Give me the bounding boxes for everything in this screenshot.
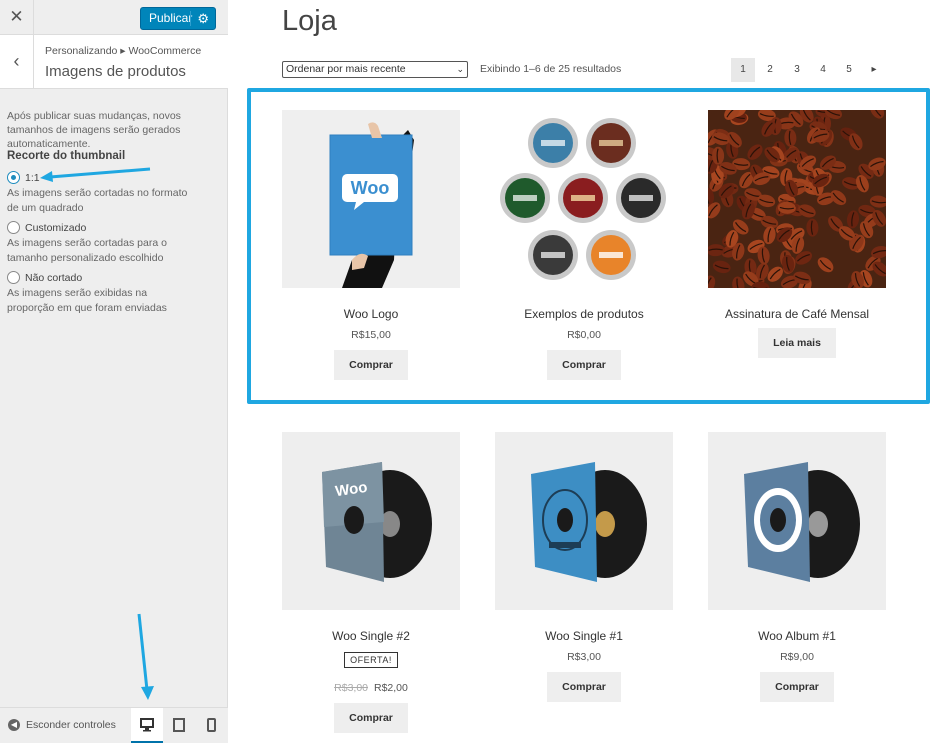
product-image[interactable]	[495, 432, 673, 610]
hide-controls-button[interactable]: ◀ Esconder controles	[8, 718, 116, 732]
sale-price: R$2,00	[374, 682, 408, 694]
radio-unchecked[interactable]	[7, 221, 20, 234]
product-name[interactable]: Assinatura de Café Mensal	[708, 307, 886, 322]
page-link[interactable]: 3	[785, 58, 809, 82]
result-count: Exibindo 1–6 de 25 resultados	[480, 63, 622, 75]
crop-option-label: Customizado	[25, 222, 87, 234]
radio-checked[interactable]	[7, 171, 20, 184]
product-card: Woo Woo Logo R$15,00 Comprar	[282, 110, 460, 380]
close-icon[interactable]: ✕	[0, 0, 34, 35]
hide-controls-icon: ◀	[8, 719, 20, 732]
next-page-icon[interactable]: ▸	[862, 58, 886, 82]
customizer-sidebar: ✕ Publicar ⚙ ‹ Personalizando ▸ WooComme…	[0, 0, 228, 743]
crop-option-description: As imagens serão exibidas na proporção e…	[7, 287, 167, 314]
gear-icon[interactable]: ⚙	[197, 8, 209, 29]
publish-button[interactable]: Publicar ⚙	[140, 7, 216, 30]
read-more-button[interactable]: Leia mais	[758, 328, 836, 358]
mobile-icon	[206, 718, 216, 732]
publish-label: Publicar	[149, 11, 193, 25]
product-name[interactable]: Exemplos de produtos	[495, 307, 673, 322]
section-title: Imagens de produtos	[45, 63, 186, 80]
product-image[interactable]: Woo	[282, 110, 460, 288]
product-price: R$9,00	[780, 651, 814, 663]
coffee-pods-image	[495, 110, 673, 288]
sort-select[interactable]: Ordenar por mais recente ⌄	[282, 61, 468, 78]
product-card: Woo Single #1 R$3,00 Comprar	[495, 432, 673, 702]
crop-option-label: Não cortado	[25, 272, 83, 284]
product-card: Woo Woo Single #2 OFERTA! R$3,00 R$2,00 C…	[282, 432, 460, 733]
product-image[interactable]	[495, 110, 673, 288]
woo-logo-poster-image: Woo	[282, 110, 460, 288]
customizer-header-actions: ✕ Publicar ⚙	[0, 0, 228, 35]
publish-divider	[190, 11, 191, 26]
old-price: R$3,00	[334, 682, 368, 694]
device-mobile-button[interactable]	[195, 708, 227, 743]
buy-button[interactable]: Comprar	[334, 703, 408, 733]
product-name[interactable]: Woo Album #1	[708, 629, 886, 644]
regeneration-notice: Após publicar suas mudanças, novos taman…	[7, 110, 181, 150]
vinyl-woo-single-image: Woo	[282, 432, 460, 610]
desktop-icon	[140, 718, 154, 732]
product-name[interactable]: Woo Single #2	[282, 629, 460, 644]
product-image[interactable]	[708, 432, 886, 610]
buy-button[interactable]: Comprar	[547, 672, 621, 702]
product-image[interactable]: Woo	[282, 432, 460, 610]
vinyl-woothemes-single-image	[495, 432, 673, 610]
page-link-current[interactable]: 1	[731, 58, 755, 82]
page-link[interactable]: 4	[811, 58, 835, 82]
buy-button[interactable]: Comprar	[547, 350, 621, 380]
product-price: R$15,00	[351, 329, 391, 341]
product-price: R$3,00 R$2,00	[282, 682, 460, 695]
device-tablet-button[interactable]	[163, 708, 195, 743]
page-link[interactable]: 2	[758, 58, 782, 82]
store-preview: Loja Ordenar por mais recente ⌄ Exibindo…	[229, 0, 950, 743]
crop-option-description: As imagens serão cortadas para o tamanho…	[7, 237, 167, 264]
buy-button[interactable]: Comprar	[760, 672, 834, 702]
buy-button[interactable]: Comprar	[334, 350, 408, 380]
section-header: ‹ Personalizando ▸ WooCommerce Imagens d…	[0, 35, 228, 89]
crop-option-description: As imagens serão cortadas no formato de …	[7, 187, 188, 214]
annotation-arrow-radio	[40, 167, 151, 182]
product-card: Exemplos de produtos R$0,00 Comprar	[495, 110, 673, 380]
vinyl-woo-album-image	[708, 432, 886, 610]
product-price: R$3,00	[567, 651, 601, 663]
coffee-beans-image	[708, 110, 886, 288]
woo-logo-text: Woo	[351, 178, 390, 198]
product-image[interactable]	[708, 110, 886, 288]
product-price: R$0,00	[567, 329, 601, 341]
breadcrumb: Personalizando ▸ WooCommerce	[45, 45, 202, 57]
product-card: Woo Album #1 R$9,00 Comprar	[708, 432, 886, 702]
product-card: Assinatura de Café Mensal Leia mais	[708, 110, 886, 358]
back-chevron-icon[interactable]: ‹	[0, 35, 34, 89]
hide-controls-label: Esconder controles	[26, 719, 116, 731]
annotation-arrow-device	[137, 613, 154, 700]
page-title: Loja	[282, 5, 337, 37]
product-name[interactable]: Woo Logo	[282, 307, 460, 322]
page-link[interactable]: 5	[837, 58, 861, 82]
radio-unchecked[interactable]	[7, 271, 20, 284]
device-desktop-button[interactable]	[131, 708, 163, 743]
sale-badge: OFERTA!	[344, 652, 398, 668]
customizer-footer: ◀ Esconder controles	[0, 707, 228, 743]
sort-select-value: Ordenar por mais recente	[286, 63, 406, 75]
dropdown-caret-icon: ⌄	[456, 64, 464, 74]
tablet-icon	[173, 718, 185, 732]
thumbnail-crop-title: Recorte do thumbnail	[7, 150, 126, 162]
product-name[interactable]: Woo Single #1	[495, 629, 673, 644]
